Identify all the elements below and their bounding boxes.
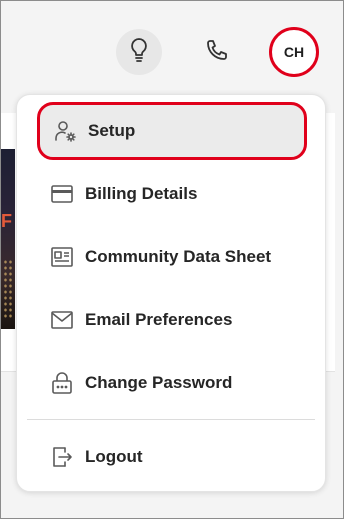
menu-item-change-password[interactable]: Change Password	[37, 355, 307, 411]
user-settings-icon	[52, 118, 78, 144]
menu-item-label: Email Preferences	[85, 310, 233, 329]
envelope-icon	[49, 307, 75, 333]
background-city-lights	[3, 259, 13, 319]
menu-item-community-data-sheet[interactable]: Community Data Sheet	[37, 229, 307, 285]
lightbulb-icon	[127, 37, 151, 68]
app-frame: F CH Setup Billing Details Community Dat…	[0, 0, 344, 519]
lock-icon	[49, 370, 75, 396]
background-photo: F	[1, 149, 15, 329]
menu-item-label: Change Password	[85, 373, 233, 392]
menu-item-setup[interactable]: Setup	[37, 102, 307, 160]
menu-item-email-preferences[interactable]: Email Preferences	[37, 292, 307, 348]
menu-divider	[27, 419, 315, 420]
logout-icon	[49, 444, 75, 470]
menu-item-label: Billing Details	[85, 184, 198, 203]
tips-button[interactable]	[116, 29, 162, 75]
menu-item-label: Setup	[88, 121, 136, 140]
menu-item-logout[interactable]: Logout	[37, 429, 307, 485]
account-dropdown-menu: Setup Billing Details Community Data She…	[16, 94, 326, 492]
menu-item-label: Logout	[85, 447, 143, 466]
phone-button[interactable]	[194, 29, 240, 75]
credit-card-icon	[49, 181, 75, 207]
background-photo-text: F	[1, 211, 12, 231]
menu-item-label: Community Data Sheet	[85, 247, 272, 266]
data-sheet-icon	[49, 244, 75, 270]
phone-icon	[205, 38, 229, 67]
menu-item-billing-details[interactable]: Billing Details	[37, 166, 307, 222]
user-avatar-button[interactable]: CH	[269, 27, 319, 77]
avatar-initials: CH	[283, 44, 305, 60]
